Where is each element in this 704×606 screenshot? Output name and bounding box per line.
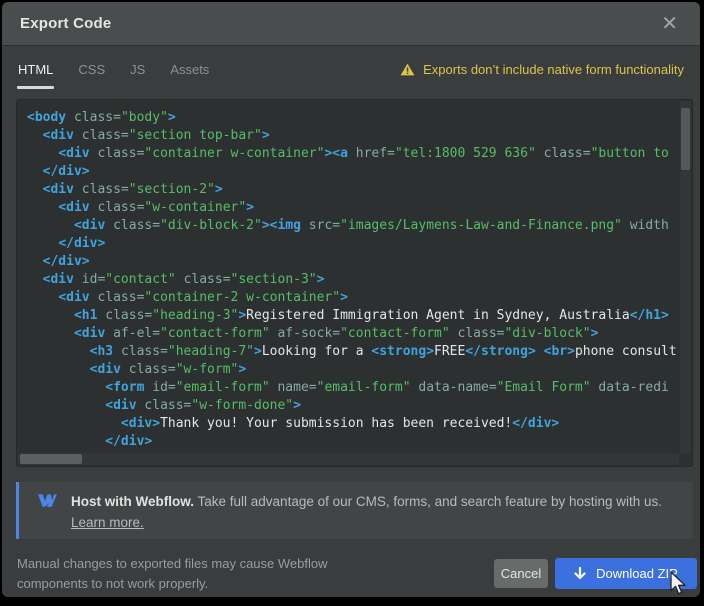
banner-body-text: Take full advantage of our CMS, forms, a…: [194, 494, 662, 509]
code-line: <div class="w-form">: [27, 361, 676, 379]
code-line: <div class="container-2 w-container">: [27, 289, 676, 307]
code-line: <h1 class="heading-3">Registered Immigra…: [27, 307, 676, 325]
close-icon[interactable]: ✕: [657, 12, 682, 36]
dialog-title: Export Code: [20, 15, 111, 32]
horizontal-scrollbar[interactable]: [18, 453, 679, 465]
host-banner: Host with Webflow. Take full advantage o…: [16, 482, 693, 539]
tab-html[interactable]: HTML: [18, 62, 53, 77]
vertical-scrollbar-thumb[interactable]: [681, 108, 690, 170]
footer-note-line1: Manual changes to exported files may cau…: [17, 554, 327, 574]
dialog-header: Export Code ✕: [2, 2, 700, 46]
tab-assets[interactable]: Assets: [170, 62, 209, 77]
code-line: <div class="section top-bar">: [27, 127, 676, 145]
tab-css[interactable]: CSS: [78, 62, 105, 77]
export-code-dialog: Export Code ✕ HTML CSS JS Assets Exports…: [2, 2, 700, 597]
code-line: <body class="body">: [27, 109, 676, 127]
download-zip-button[interactable]: Download ZIP: [555, 558, 697, 589]
tab-bar: HTML CSS JS Assets Exports don’t include…: [2, 46, 700, 92]
tab-js[interactable]: JS: [130, 62, 145, 77]
code-line: <div id="contact" class="section-3">: [27, 271, 676, 289]
banner-bold-text: Host with Webflow.: [71, 494, 194, 509]
footer-note-line2: components to not work properly.: [17, 574, 327, 594]
footer-note: Manual changes to exported files may cau…: [17, 554, 327, 594]
code-line: <div>Thank you! Your submission has been…: [27, 415, 676, 433]
code-content: <body class="body"> <div class="section …: [27, 109, 676, 449]
code-line: </div>: [27, 433, 676, 449]
warning-text: Exports don’t include native form functi…: [423, 62, 684, 77]
code-line: <div class="div-block-2"><img src="image…: [27, 217, 676, 235]
code-editor[interactable]: <body class="body"> <div class="section …: [16, 99, 693, 467]
code-line: <div class="section-2">: [27, 181, 676, 199]
code-line: <div class="w-form-done">: [27, 397, 676, 415]
download-zip-label: Download ZIP: [596, 566, 678, 581]
code-line: <div class="container w-container"><a hr…: [27, 145, 676, 163]
export-code-dialog-screen: { "dialog": { "title": "Export Code", "c…: [0, 0, 704, 606]
code-line: <form id="email-form" name="email-form" …: [27, 379, 676, 397]
code-line: </div>: [27, 253, 676, 271]
webflow-logo-icon: [38, 494, 57, 539]
banner-text: Host with Webflow. Take full advantage o…: [71, 491, 662, 539]
cancel-button[interactable]: Cancel: [494, 559, 548, 588]
code-line: <div class="w-container">: [27, 199, 676, 217]
download-arrow-icon: [574, 567, 586, 581]
horizontal-scrollbar-thumb[interactable]: [20, 454, 82, 464]
code-line: <h3 class="heading-7">Looking for a <str…: [27, 343, 676, 361]
code-line: </div>: [27, 163, 676, 181]
warning-triangle-icon: [400, 63, 415, 76]
code-line: <div af-el="contact-form" af-sock="conta…: [27, 325, 676, 343]
code-line: </div>: [27, 235, 676, 253]
vertical-scrollbar[interactable]: [680, 101, 691, 453]
learn-more-link[interactable]: Learn more.: [71, 512, 144, 533]
form-warning: Exports don’t include native form functi…: [400, 62, 684, 77]
